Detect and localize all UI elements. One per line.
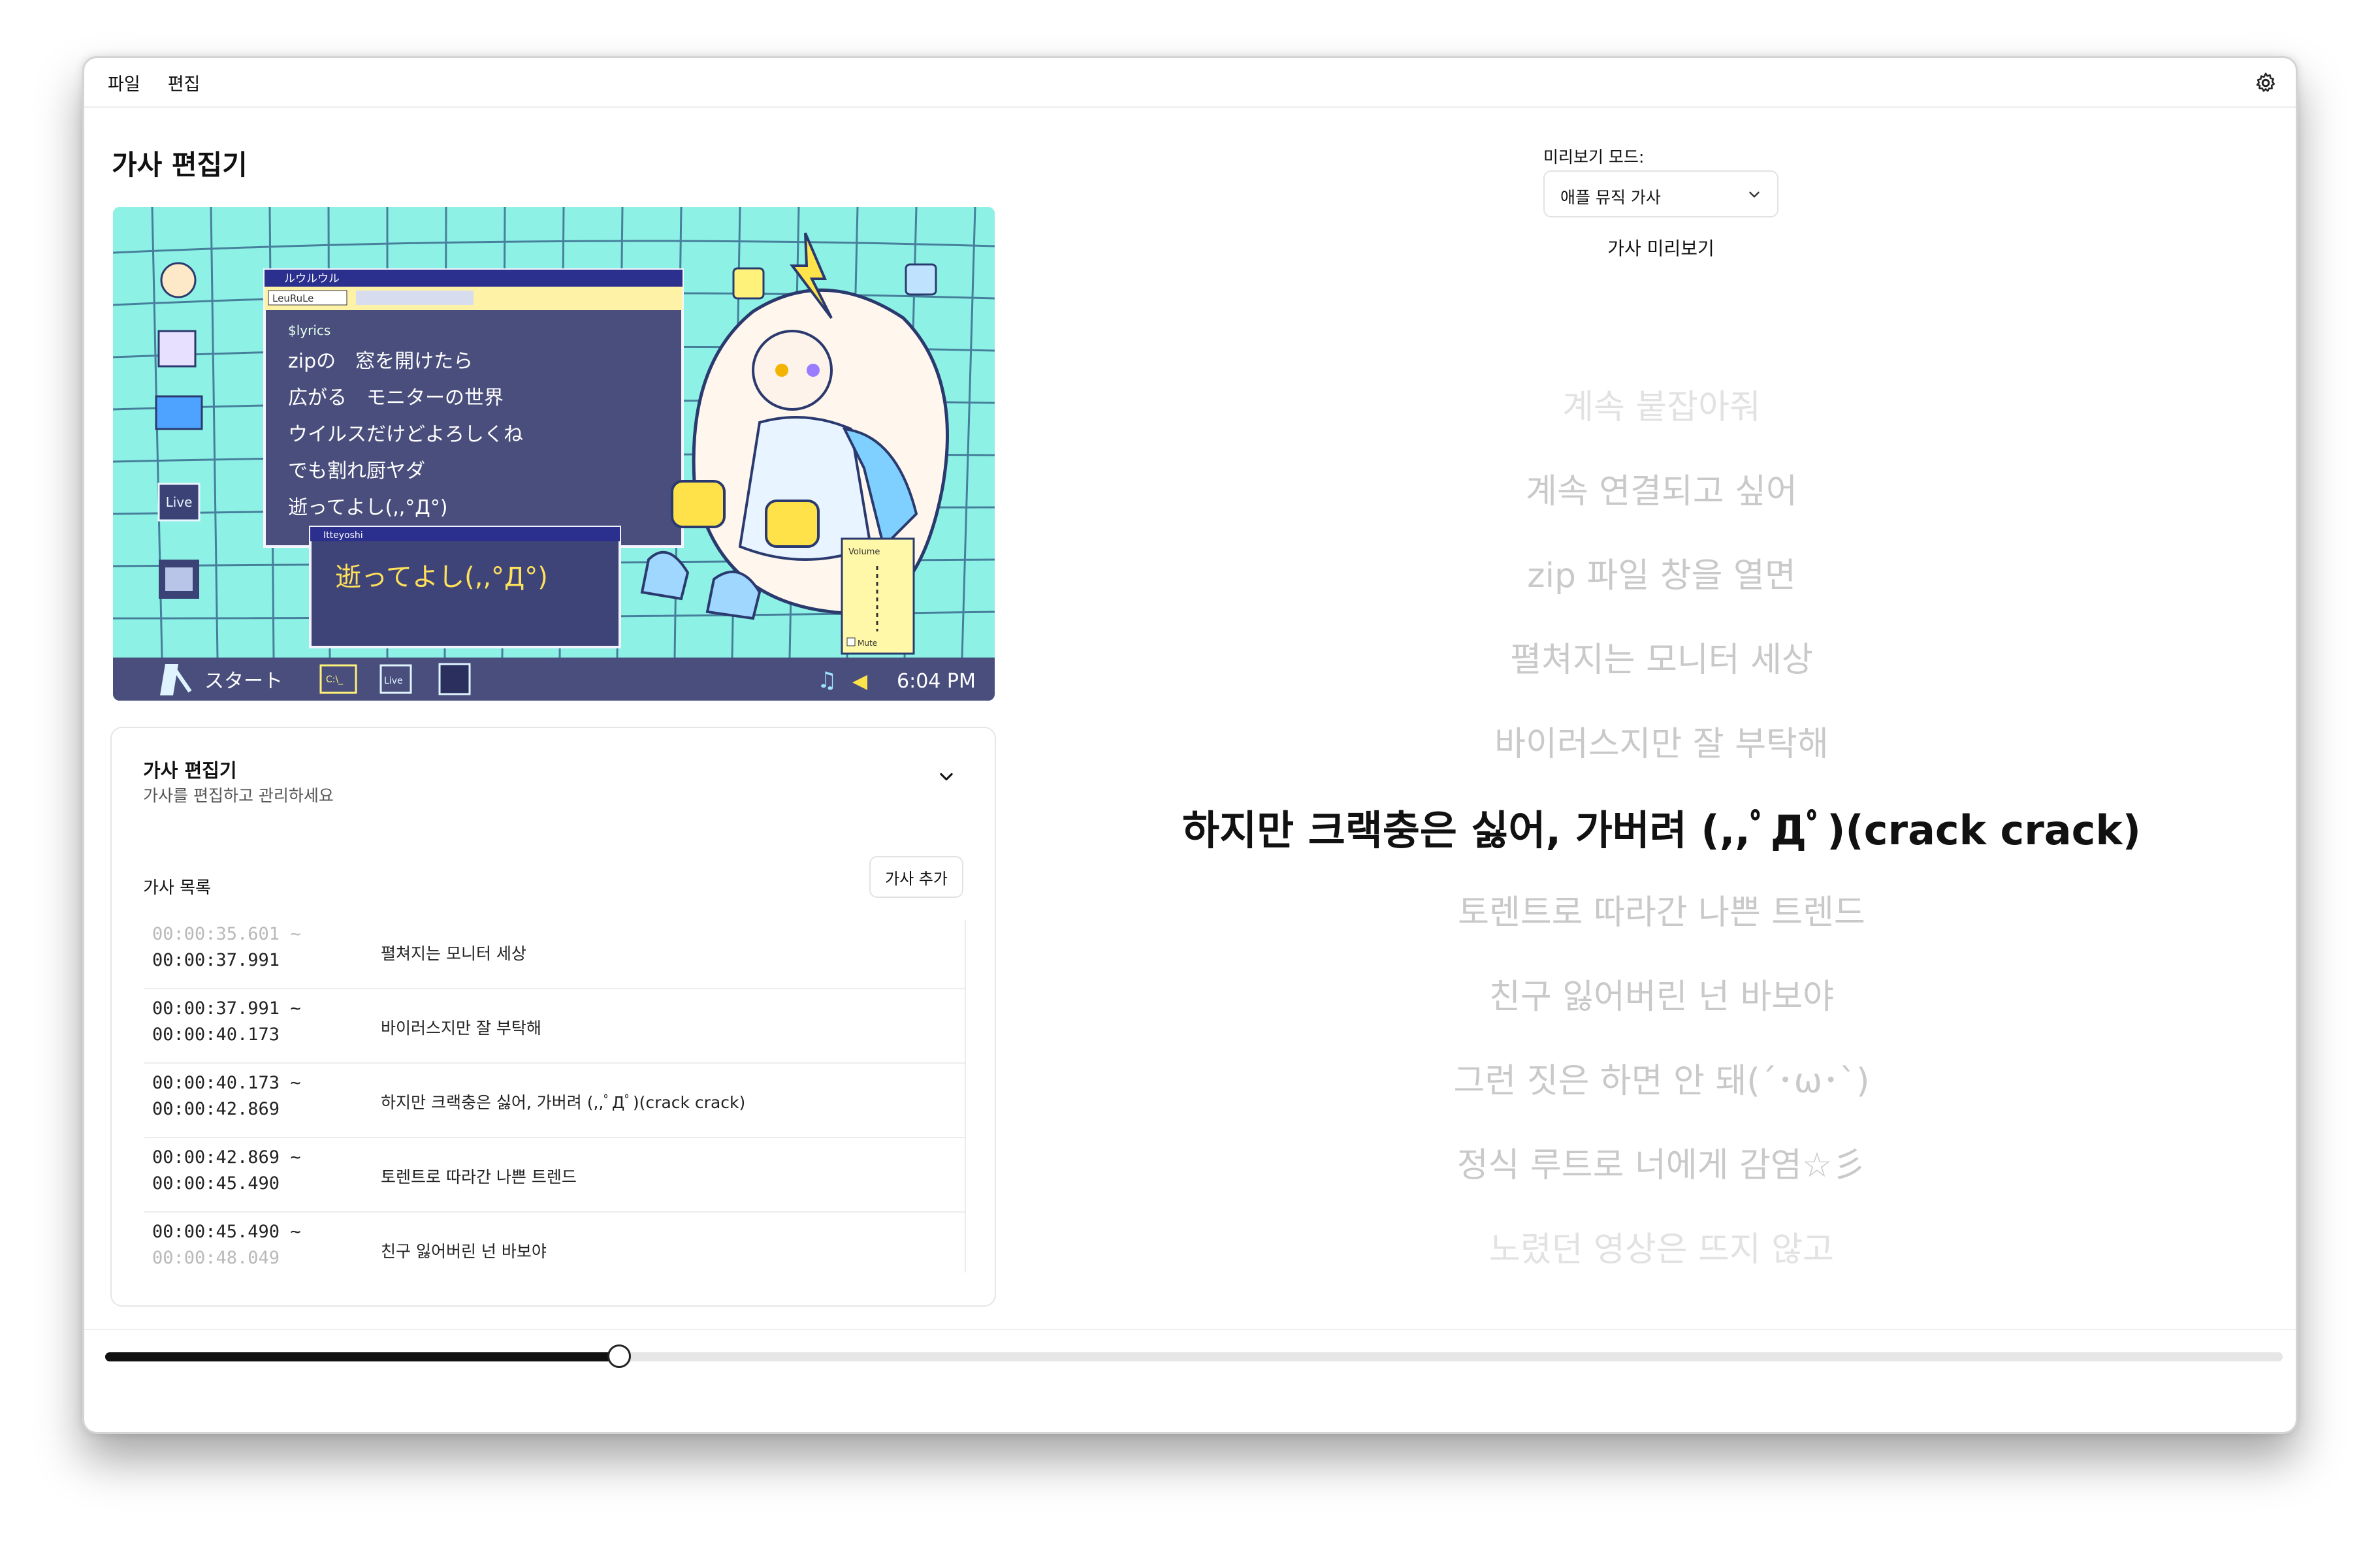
preview-title: 가사 미리보기 bbox=[1607, 238, 1714, 259]
svg-text:スタート: スタート bbox=[204, 670, 283, 693]
page-title: 가사 편집기 bbox=[112, 149, 248, 181]
table-row[interactable]: 00:00:45.490 ~ 00:00:48.049 친구 잃어버린 넌 바보… bbox=[144, 1213, 966, 1273]
preview-lyric-line-active[interactable]: 하지만 크랙충은 싫어, 가버려 (,,ﾟДﾟ)(crack crack) bbox=[1137, 797, 2186, 856]
video-player[interactable]: Live ルウルウル LeuRuLe $lyrics zipの 窓を開けたら 広… bbox=[113, 207, 995, 701]
row-end-time: 00:00:37.991 bbox=[152, 950, 280, 970]
preview-mode-label: 미리보기 모드: bbox=[1543, 148, 1645, 167]
table-row[interactable]: 00:00:35.601 ~ 00:00:37.991 펼쳐지는 모니터 세상 bbox=[144, 920, 966, 989]
lyrics-list-title: 가사 목록 bbox=[143, 878, 211, 898]
row-end-time: 00:00:45.490 bbox=[152, 1173, 280, 1194]
preview-lyric-line[interactable]: 친구 잃어버린 넌 바보야 bbox=[1137, 969, 2186, 1018]
lyrics-editor-card: 가사 편집기 가사를 편집하고 관리하세요 가사 목록 가사 추가 00:00:… bbox=[110, 727, 996, 1307]
volume-panel: Volume Mute bbox=[841, 537, 915, 655]
svg-text:Volume: Volume bbox=[848, 547, 880, 557]
svg-text:6:04 PM: 6:04 PM bbox=[897, 670, 976, 693]
row-lyric-text: 바이러스지만 잘 부탁해 bbox=[381, 1019, 541, 1038]
menubar: 파일 편집 bbox=[84, 58, 2296, 108]
row-start-time: 00:00:45.490 ~ bbox=[152, 1222, 301, 1242]
row-lyric-text: 토렌트로 따라간 나쁜 트렌드 bbox=[381, 1168, 577, 1186]
svg-text:でも割れ厨ヤダ: でも割れ厨ヤダ bbox=[288, 460, 425, 483]
svg-text:Live: Live bbox=[384, 676, 403, 686]
gear-icon[interactable] bbox=[2254, 71, 2277, 95]
card-title: 가사 편집기 bbox=[143, 759, 237, 782]
svg-text:◀: ◀ bbox=[852, 670, 867, 693]
app-window: 파일 편집 가사 편집기 Live ルウルウル LeuRuLe $lyrics … bbox=[82, 56, 2298, 1434]
table-row[interactable]: 00:00:37.991 ~ 00:00:40.173 바이러스지만 잘 부탁해 bbox=[144, 989, 966, 1064]
table-row[interactable]: 00:00:40.173 ~ 00:00:42.869 하지만 크랙충은 싫어,… bbox=[144, 1064, 966, 1138]
preview-lyric-line[interactable]: 계속 연결되고 싶어 bbox=[1137, 464, 2186, 513]
card-subtitle: 가사를 편집하고 관리하세요 bbox=[143, 786, 334, 805]
menu-file[interactable]: 파일 bbox=[108, 70, 140, 95]
row-lyric-text: 펼쳐지는 모니터 세상 bbox=[381, 944, 526, 963]
taskbar: スタート C:\_ Live ♫ ◀ 6:04 PM bbox=[113, 658, 995, 701]
row-end-time: 00:00:40.173 bbox=[152, 1025, 280, 1045]
row-end-time: 00:00:48.049 bbox=[152, 1248, 280, 1268]
preview-lyric-line[interactable]: 토렌트로 따라간 나쁜 트렌드 bbox=[1137, 885, 2186, 934]
add-lyric-button[interactable]: 가사 추가 bbox=[869, 856, 963, 898]
svg-text:Mute: Mute bbox=[858, 639, 877, 648]
chevron-down-icon bbox=[1749, 191, 1760, 198]
svg-text:zipの 窓を開けたら: zipの 窓を開けたら bbox=[288, 350, 473, 373]
lyrics-list: 00:00:35.601 ~ 00:00:37.991 펼쳐지는 모니터 세상 … bbox=[144, 920, 966, 1273]
lyrics-preview: 계속 붙잡아줘 계속 연결되고 싶어 zip 파일 창을 열면 펼쳐지는 모니터… bbox=[1137, 261, 2186, 1337]
svg-text:C:\_: C:\_ bbox=[326, 675, 344, 685]
preview-lyric-line[interactable]: 계속 붙잡아줘 bbox=[1137, 379, 2186, 428]
row-start-time: 00:00:40.173 ~ bbox=[152, 1073, 301, 1093]
preview-lyric-line[interactable]: 바이러스지만 잘 부탁해 bbox=[1137, 716, 2186, 765]
progress-fill bbox=[105, 1352, 619, 1361]
row-start-time: 00:00:42.869 ~ bbox=[152, 1147, 301, 1168]
playback-progress-bar[interactable] bbox=[105, 1344, 2283, 1368]
svg-text:♫: ♫ bbox=[817, 667, 837, 693]
preview-mode-value: 애플 뮤직 가사 bbox=[1560, 188, 1661, 207]
row-lyric-text: 친구 잃어버린 넌 바보야 bbox=[381, 1242, 547, 1261]
lyric-window: ルウルウル LeuRuLe $lyrics zipの 窓を開けたら 広がる モニ… bbox=[263, 268, 684, 548]
divider bbox=[84, 1329, 2296, 1330]
preview-lyric-line[interactable]: 펼쳐지는 모니터 세상 bbox=[1137, 632, 2186, 681]
svg-text:LeuRuLe: LeuRuLe bbox=[272, 293, 314, 304]
progress-thumb[interactable] bbox=[607, 1344, 631, 1368]
svg-text:逝ってよし(,,°Д°): 逝ってよし(,,°Д°) bbox=[288, 496, 447, 519]
row-start-time: 00:00:37.991 ~ bbox=[152, 998, 301, 1019]
preview-lyric-line[interactable]: 노렸던 영상은 뜨지 않고 bbox=[1137, 1222, 2186, 1271]
row-lyric-text: 하지만 크랙충은 싫어, 가버려 (,,ﾟДﾟ)(crack crack) bbox=[381, 1093, 746, 1112]
svg-text:$lyrics: $lyrics bbox=[288, 323, 330, 338]
preview-mode-select[interactable]: 애플 뮤직 가사 bbox=[1543, 170, 1778, 217]
svg-text:広がる モニターの世界: 広がる モニターの世界 bbox=[288, 387, 504, 409]
row-end-time: 00:00:42.869 bbox=[152, 1099, 280, 1119]
menu-edit[interactable]: 편집 bbox=[168, 70, 201, 95]
table-row[interactable]: 00:00:42.869 ~ 00:00:45.490 토렌트로 따라간 나쁜 … bbox=[144, 1138, 966, 1213]
chevron-down-icon[interactable] bbox=[937, 767, 956, 786]
preview-lyric-line[interactable]: 정식 루트로 너에게 감염☆彡 bbox=[1137, 1137, 2186, 1186]
svg-text:ウイルスだけどよろしくね: ウイルスだけどよろしくね bbox=[288, 423, 523, 446]
svg-text:Live: Live bbox=[166, 494, 193, 510]
row-start-time: 00:00:35.601 ~ bbox=[152, 924, 301, 944]
preview-lyric-line[interactable]: 그런 짓은 하면 안 돼(´･ω･`) bbox=[1137, 1053, 2186, 1102]
svg-text:逝ってよし(,,°Д°): 逝ってよし(,,°Д°) bbox=[335, 562, 548, 592]
svg-text:Itteyoshi: Itteyoshi bbox=[323, 530, 363, 541]
svg-text:ルウルウル: ルウルウル bbox=[284, 272, 340, 285]
popup-window: Itteyoshi 逝ってよし(,,°Д°) bbox=[309, 526, 621, 648]
preview-lyric-line[interactable]: zip 파일 창을 열면 bbox=[1137, 548, 2186, 597]
